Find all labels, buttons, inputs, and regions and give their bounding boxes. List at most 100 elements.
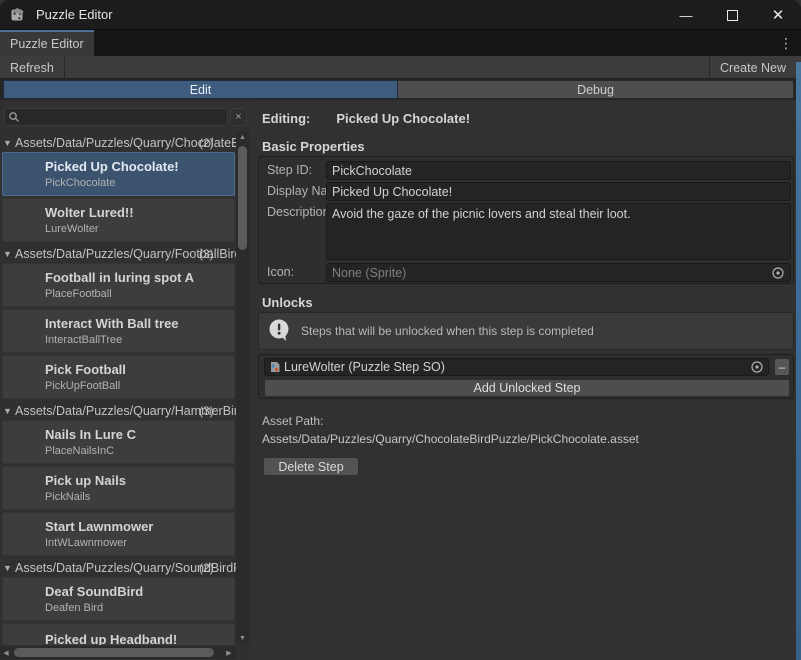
refresh-label: Refresh bbox=[10, 61, 54, 75]
icon-object-field[interactable]: None (Sprite) bbox=[326, 263, 791, 282]
editing-header: Editing:Picked Up Chocolate! bbox=[262, 111, 470, 126]
editing-step-name: Picked Up Chocolate! bbox=[336, 111, 470, 126]
asset-path-value: Assets/Data/Puzzles/Quarry/ChocolateBird… bbox=[262, 432, 639, 446]
scroll-down-arrow[interactable]: ▼ bbox=[236, 632, 249, 644]
unlocks-title: Unlocks bbox=[262, 295, 313, 310]
remove-unlocked-step-button[interactable]: – bbox=[774, 358, 790, 376]
close-button[interactable]: ✕ bbox=[755, 0, 801, 30]
list-item[interactable]: Interact With Ball treeInteractBallTree bbox=[2, 309, 235, 353]
group-header[interactable]: ▼Assets/Data/Puzzles/Quarry/HammerBirdPu… bbox=[0, 403, 236, 419]
dice-app-icon bbox=[9, 6, 26, 23]
foldout-triangle-icon: ▼ bbox=[3, 249, 15, 259]
description-label: Description: bbox=[267, 205, 333, 219]
step-title: Football in luring spot A bbox=[45, 270, 234, 285]
mode-tab-bar: Edit Debug bbox=[0, 79, 801, 100]
minus-icon: – bbox=[779, 360, 786, 374]
puzzle-step-list: ▼Assets/Data/Puzzles/Quarry/ChocolateBir… bbox=[0, 131, 236, 645]
list-item[interactable]: Start Lawnmower IntWLawnmower bbox=[2, 512, 235, 556]
create-new-button[interactable]: Create New bbox=[709, 56, 796, 79]
step-id-input[interactable] bbox=[326, 161, 791, 180]
step-id: PickNails bbox=[45, 491, 234, 503]
basic-properties-title: Basic Properties bbox=[262, 139, 365, 154]
maximize-button[interactable] bbox=[709, 0, 755, 30]
scroll-right-arrow[interactable]: ▶ bbox=[223, 646, 235, 659]
list-item[interactable]: Deaf SoundBirdDeafen Bird bbox=[2, 577, 235, 621]
foldout-triangle-icon: ▼ bbox=[3, 138, 15, 148]
asset-path-label: Asset Path: bbox=[262, 414, 323, 428]
vertical-scroll-thumb[interactable] bbox=[238, 146, 247, 250]
clear-icon: × bbox=[235, 111, 241, 123]
icon-label: Icon: bbox=[267, 265, 294, 279]
delete-step-button[interactable]: Delete Step bbox=[263, 457, 359, 476]
list-item[interactable]: Pick Football PickUpFootBall bbox=[2, 355, 235, 399]
tab-strip: Puzzle Editor ⋮ bbox=[0, 30, 801, 56]
step-title: Picked Up Chocolate! bbox=[45, 159, 234, 174]
search-clear-button[interactable]: × bbox=[230, 108, 247, 126]
description-input[interactable]: Avoid the gaze of the picnic lovers and … bbox=[326, 203, 791, 260]
scroll-up-arrow[interactable]: ▲ bbox=[236, 131, 249, 143]
tab-debug-label: Debug bbox=[577, 83, 614, 97]
refresh-button[interactable]: Refresh bbox=[0, 56, 65, 79]
display-name-input[interactable] bbox=[326, 182, 791, 201]
step-title: Nails In Lure C bbox=[45, 427, 234, 442]
step-editor-panel: Editing:Picked Up Chocolate! Basic Prope… bbox=[250, 100, 797, 660]
step-title: Pick Football bbox=[45, 362, 234, 377]
foldout-triangle-icon: ▼ bbox=[3, 563, 15, 573]
step-id: LureWolter bbox=[45, 223, 234, 235]
minimize-icon: — bbox=[680, 8, 693, 23]
add-unlocked-step-label: Add Unlocked Step bbox=[473, 381, 580, 395]
foldout-triangle-icon: ▼ bbox=[3, 406, 15, 416]
horizontal-scroll-thumb[interactable] bbox=[14, 648, 214, 657]
maximize-icon bbox=[727, 10, 738, 21]
group-count-badge: (3) bbox=[199, 404, 214, 418]
list-item[interactable]: Picked Up Chocolate! PickChocolate bbox=[2, 152, 235, 196]
search-input[interactable] bbox=[4, 108, 228, 126]
group-header[interactable]: ▼Assets/Data/Puzzles/Quarry/FootballBird… bbox=[0, 246, 236, 262]
basic-properties-box: Step ID: Display Name: Description: Avoi… bbox=[258, 156, 794, 284]
object-picker-icon[interactable] bbox=[771, 266, 785, 280]
tab-edit[interactable]: Edit bbox=[3, 80, 398, 99]
unlocked-step-object-field[interactable]: LureWolter (Puzzle Step SO) bbox=[264, 358, 769, 376]
object-picker-icon[interactable] bbox=[750, 360, 764, 374]
info-bubble-icon bbox=[267, 318, 293, 344]
step-title: Pick up Nails bbox=[45, 473, 234, 488]
step-id: IntWLawnmower bbox=[45, 537, 234, 549]
list-item[interactable]: Football in luring spot A PlaceFootball bbox=[2, 263, 235, 307]
minimize-button[interactable]: — bbox=[663, 0, 709, 30]
group-header[interactable]: ▼Assets/Data/Puzzles/Quarry/ChocolateBir… bbox=[0, 135, 236, 151]
sidebar-vertical-scrollbar: ▲ ▼ bbox=[236, 131, 249, 644]
group-count-badge: (2) bbox=[199, 136, 214, 150]
step-id: Deafen Bird bbox=[45, 602, 234, 614]
sidebar-horizontal-scrollbar: ◀ ▶ bbox=[0, 646, 236, 659]
scriptable-object-icon bbox=[269, 361, 281, 373]
sidebar: × ▼Assets/Data/Puzzles/Quarry/ChocolateB… bbox=[0, 100, 250, 660]
icon-object-value: None (Sprite) bbox=[332, 266, 771, 280]
puzzle-editor-window: Puzzle Editor — ✕ Puzzle Editor ⋮ Refres… bbox=[0, 0, 801, 660]
unlocked-step-name: LureWolter (Puzzle Step SO) bbox=[284, 360, 750, 374]
group-header[interactable]: ▼Assets/Data/Puzzles/Quarry/SoundBirdPuz… bbox=[0, 560, 236, 576]
add-unlocked-step-button[interactable]: Add Unlocked Step bbox=[264, 379, 790, 397]
step-id: PlaceFootball bbox=[45, 288, 234, 300]
close-icon: ✕ bbox=[772, 6, 785, 24]
tab-puzzle-editor[interactable]: Puzzle Editor bbox=[0, 30, 94, 56]
list-item[interactable]: Nails In Lure CPlaceNailsInC bbox=[2, 420, 235, 464]
step-id: PickChocolate bbox=[45, 177, 234, 189]
window-title: Puzzle Editor bbox=[36, 7, 113, 22]
unlocks-info-text: Steps that will be unlocked when this st… bbox=[301, 324, 594, 338]
step-title: Start Lawnmower bbox=[45, 519, 234, 534]
list-item[interactable]: Pick up Nails PickNails bbox=[2, 466, 235, 510]
search-icon bbox=[8, 111, 20, 123]
desktop-edge-strip bbox=[796, 62, 801, 660]
unlocked-steps-box: LureWolter (Puzzle Step SO) – Add Unlock… bbox=[258, 354, 794, 399]
list-item[interactable]: Wolter Lured!!LureWolter bbox=[2, 198, 235, 242]
tab-context-menu-button[interactable]: ⋮ bbox=[779, 30, 793, 56]
kebab-menu-icon: ⋮ bbox=[779, 35, 793, 52]
step-id: PickUpFootBall bbox=[45, 380, 234, 392]
create-new-label: Create New bbox=[720, 61, 786, 75]
scroll-left-arrow[interactable]: ◀ bbox=[0, 646, 12, 659]
group-count-badge: (3) bbox=[199, 247, 214, 261]
tab-debug[interactable]: Debug bbox=[398, 80, 794, 99]
tab-label: Puzzle Editor bbox=[10, 37, 84, 51]
list-item[interactable]: Picked up Headband! bbox=[2, 623, 235, 645]
group-count-badge: (2) bbox=[199, 561, 214, 575]
